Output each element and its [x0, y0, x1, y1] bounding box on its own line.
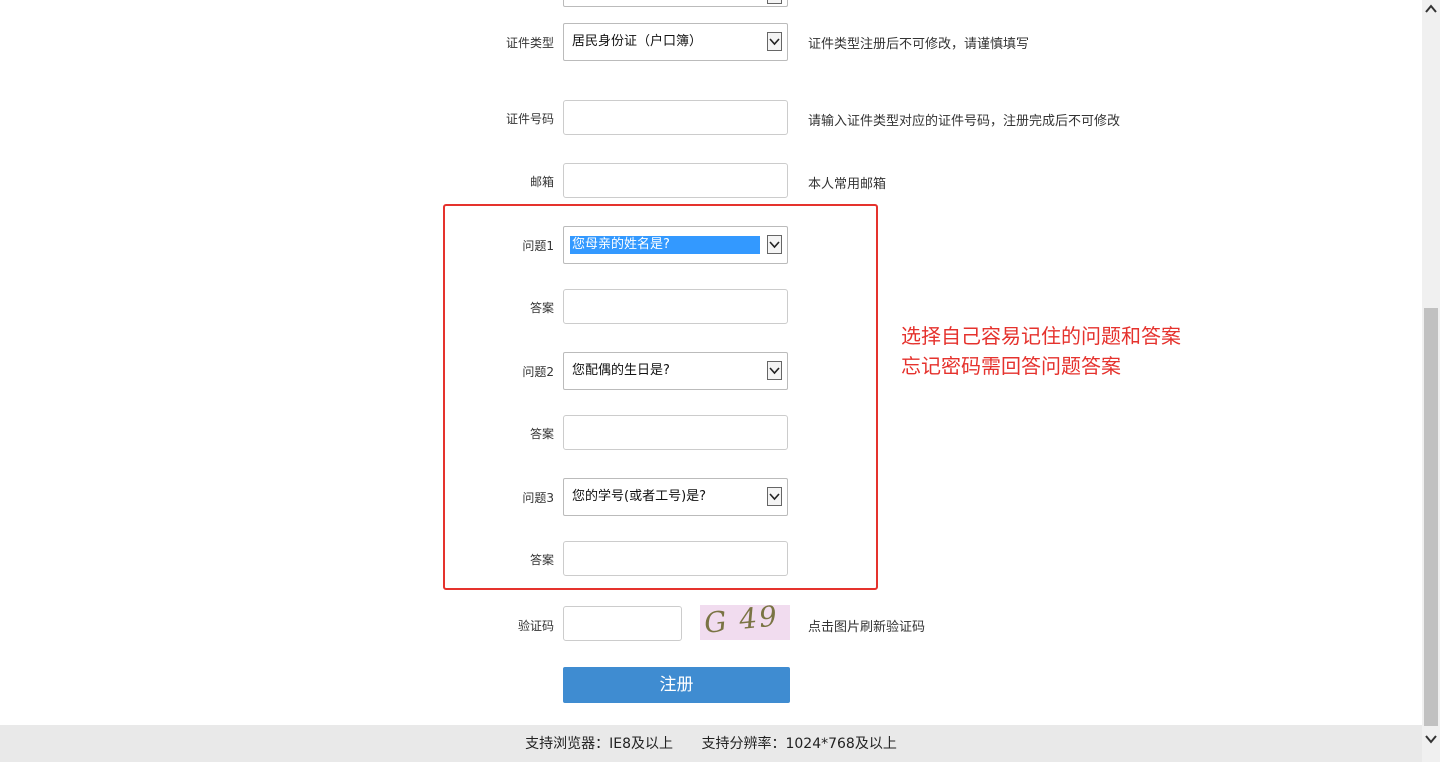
- chevron-down-icon: [767, 487, 782, 506]
- chevron-down-icon: [767, 235, 782, 254]
- captcha-image-text: G 49: [702, 605, 781, 640]
- id-type-label: 证件类型: [505, 36, 554, 50]
- id-number-input[interactable]: [563, 100, 788, 135]
- footer: 支持浏览器：IE8及以上 支持分辨率：1024*768及以上: [0, 725, 1422, 762]
- answer1-input[interactable]: [563, 289, 788, 324]
- answer2-input[interactable]: [563, 415, 788, 450]
- question1-select[interactable]: 您母亲的姓名是?: [563, 226, 788, 264]
- email-label: 邮箱: [529, 175, 554, 189]
- annotation-text: 选择自己容易记住的问题和答案 忘记密码需回答问题答案: [901, 321, 1181, 381]
- scroll-up-icon[interactable]: [1422, 0, 1440, 18]
- chevron-down-icon: [767, 32, 782, 51]
- chevron-down-icon: [767, 361, 782, 380]
- annotation-line2: 忘记密码需回答问题答案: [901, 354, 1121, 378]
- captcha-image[interactable]: G 49: [700, 605, 790, 640]
- chevron-down-icon: [767, 0, 782, 4]
- question3-value: 您的学号(或者工号)是?: [572, 489, 707, 504]
- answer2-label: 答案: [529, 427, 554, 441]
- email-input[interactable]: [563, 163, 788, 198]
- captcha-input[interactable]: [563, 606, 682, 641]
- register-button[interactable]: 注册: [563, 667, 790, 703]
- id-type-value: 居民身份证（户口簿）: [572, 34, 703, 49]
- annotation-line1: 选择自己容易记住的问题和答案: [901, 324, 1181, 348]
- footer-resolution-support: 支持分辨率：1024*768及以上: [701, 736, 897, 752]
- answer1-label: 答案: [529, 301, 554, 315]
- captcha-label: 验证码: [517, 619, 554, 633]
- answer3-label: 答案: [529, 553, 554, 567]
- cutoff-select[interactable]: [563, 0, 788, 7]
- question1-value: 您母亲的姓名是?: [570, 236, 760, 254]
- question1-label: 问题1: [522, 239, 554, 253]
- id-type-hint: 证件类型注册后不可修改，请谨慎填写: [808, 37, 1030, 52]
- id-type-select[interactable]: 居民身份证（户口簿）: [563, 23, 788, 61]
- id-number-label: 证件号码: [505, 112, 554, 126]
- footer-browser-support: 支持浏览器：IE8及以上: [525, 736, 674, 752]
- question2-value: 您配偶的生日是?: [572, 363, 670, 378]
- scrollbar-thumb[interactable]: [1424, 308, 1438, 726]
- id-number-hint: 请输入证件类型对应的证件号码，注册完成后不可修改: [808, 114, 1121, 129]
- captcha-hint: 点击图片刷新验证码: [808, 620, 926, 635]
- question3-label: 问题3: [522, 491, 554, 505]
- vertical-scrollbar[interactable]: [1422, 0, 1440, 762]
- answer3-input[interactable]: [563, 541, 788, 576]
- question2-select[interactable]: 您配偶的生日是?: [563, 352, 788, 390]
- question3-select[interactable]: 您的学号(或者工号)是?: [563, 478, 788, 516]
- question2-label: 问题2: [522, 365, 554, 379]
- scroll-down-icon[interactable]: [1422, 730, 1440, 748]
- email-hint: 本人常用邮箱: [808, 177, 887, 192]
